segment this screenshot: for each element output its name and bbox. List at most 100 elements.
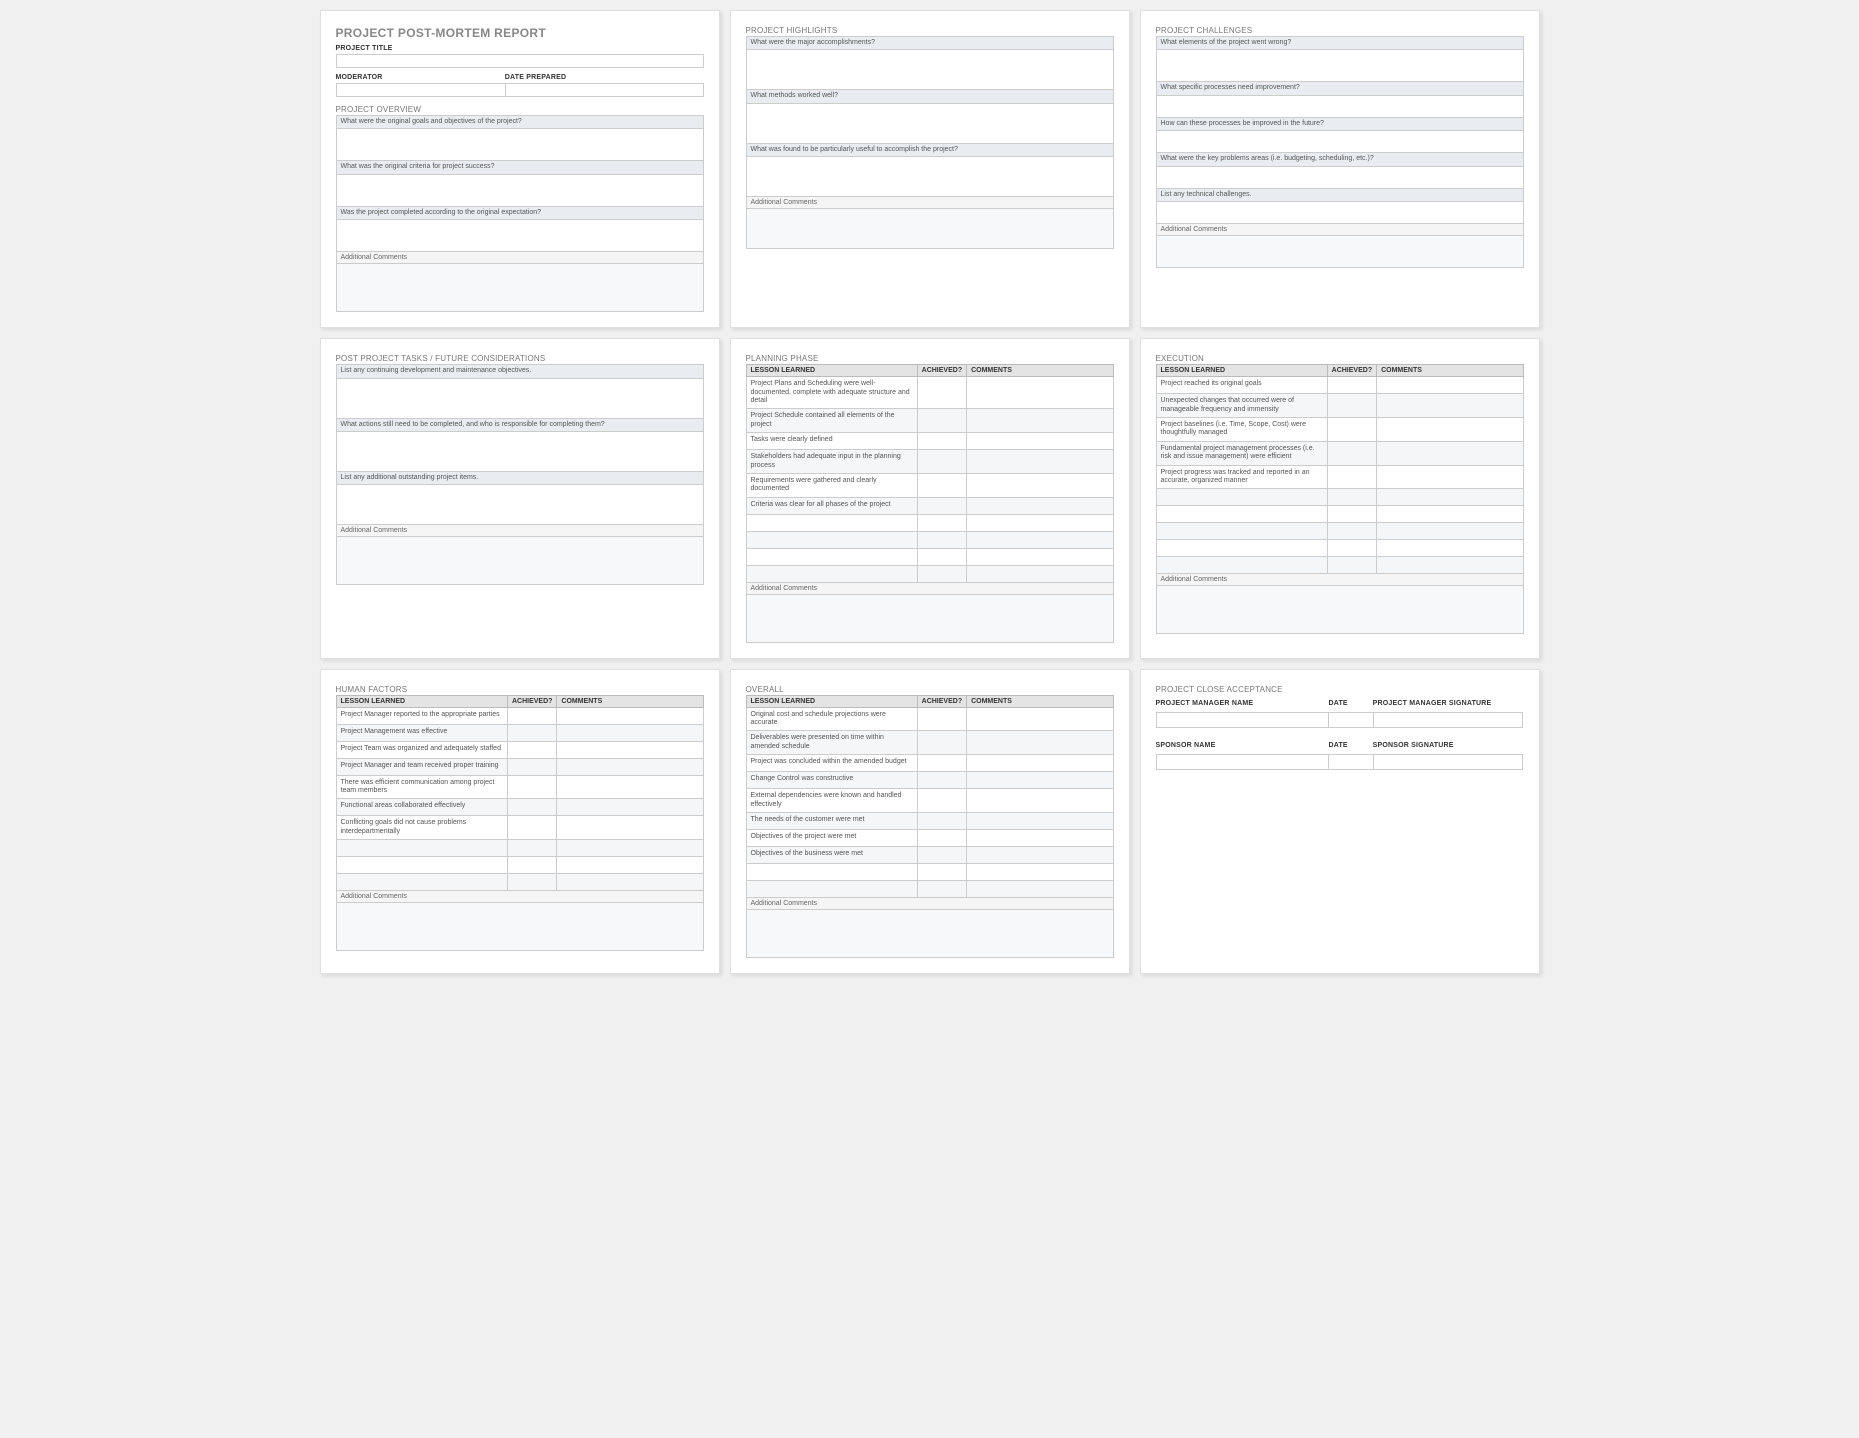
comments-cell[interactable] [1377, 506, 1523, 523]
moderator-input[interactable] [336, 83, 505, 97]
overview-q3-body[interactable] [336, 220, 704, 252]
comments-cell[interactable] [967, 433, 1113, 450]
achieved-cell[interactable] [917, 789, 966, 813]
comments-cell[interactable] [557, 758, 703, 775]
date-prepared-input[interactable] [505, 83, 704, 97]
pm-name-input[interactable] [1156, 712, 1329, 728]
achieved-cell[interactable] [917, 514, 966, 531]
comments-cell[interactable] [967, 548, 1113, 565]
achieved-cell[interactable] [1327, 377, 1376, 394]
highlights-comments-box[interactable] [746, 209, 1114, 249]
comments-cell[interactable] [557, 816, 703, 840]
project-title-input[interactable] [336, 54, 704, 68]
achieved-cell[interactable] [917, 473, 966, 497]
highlights-q1-body[interactable] [746, 50, 1114, 90]
achieved-cell[interactable] [1327, 489, 1376, 506]
sponsor-name-input[interactable] [1156, 754, 1329, 770]
achieved-cell[interactable] [917, 755, 966, 772]
comments-cell[interactable] [967, 409, 1113, 433]
comments-cell[interactable] [967, 377, 1113, 409]
comments-cell[interactable] [967, 830, 1113, 847]
achieved-cell[interactable] [917, 565, 966, 582]
comments-cell[interactable] [1377, 417, 1523, 441]
achieved-cell[interactable] [1327, 506, 1376, 523]
comments-cell[interactable] [1377, 557, 1523, 574]
achieved-cell[interactable] [917, 864, 966, 881]
challenges-q1-body[interactable] [1156, 50, 1524, 82]
comments-cell[interactable] [967, 864, 1113, 881]
achieved-cell[interactable] [507, 741, 556, 758]
achieved-cell[interactable] [507, 874, 556, 891]
achieved-cell[interactable] [507, 816, 556, 840]
comments-cell[interactable] [1377, 377, 1523, 394]
challenges-q5-body[interactable] [1156, 202, 1524, 224]
achieved-cell[interactable] [1327, 523, 1376, 540]
sponsor-date-input[interactable] [1328, 754, 1372, 770]
posttasks-comments-box[interactable] [336, 537, 704, 585]
achieved-cell[interactable] [917, 772, 966, 789]
achieved-cell[interactable] [917, 377, 966, 409]
comments-cell[interactable] [557, 874, 703, 891]
achieved-cell[interactable] [917, 707, 966, 731]
challenges-comments-box[interactable] [1156, 236, 1524, 268]
achieved-cell[interactable] [1327, 441, 1376, 465]
comments-cell[interactable] [967, 565, 1113, 582]
achieved-cell[interactable] [917, 813, 966, 830]
comments-cell[interactable] [967, 531, 1113, 548]
comments-cell[interactable] [557, 707, 703, 724]
comments-cell[interactable] [557, 857, 703, 874]
achieved-cell[interactable] [917, 433, 966, 450]
comments-cell[interactable] [967, 772, 1113, 789]
comments-cell[interactable] [557, 741, 703, 758]
execution-comments-box[interactable] [1156, 586, 1524, 634]
achieved-cell[interactable] [917, 830, 966, 847]
achieved-cell[interactable] [507, 799, 556, 816]
comments-cell[interactable] [967, 473, 1113, 497]
sponsor-sig-input[interactable] [1373, 754, 1524, 770]
comments-cell[interactable] [967, 450, 1113, 474]
highlights-q3-body[interactable] [746, 157, 1114, 197]
comments-cell[interactable] [967, 707, 1113, 731]
comments-cell[interactable] [557, 799, 703, 816]
achieved-cell[interactable] [917, 548, 966, 565]
achieved-cell[interactable] [507, 758, 556, 775]
comments-cell[interactable] [967, 731, 1113, 755]
achieved-cell[interactable] [1327, 557, 1376, 574]
comments-cell[interactable] [557, 724, 703, 741]
achieved-cell[interactable] [507, 857, 556, 874]
pm-date-input[interactable] [1328, 712, 1372, 728]
achieved-cell[interactable] [507, 775, 556, 799]
planning-comments-box[interactable] [746, 595, 1114, 643]
comments-cell[interactable] [967, 497, 1113, 514]
achieved-cell[interactable] [917, 497, 966, 514]
achieved-cell[interactable] [917, 531, 966, 548]
comments-cell[interactable] [967, 789, 1113, 813]
posttasks-q1-body[interactable] [336, 379, 704, 419]
human-comments-box[interactable] [336, 903, 704, 951]
achieved-cell[interactable] [917, 731, 966, 755]
comments-cell[interactable] [967, 881, 1113, 898]
challenges-q4-body[interactable] [1156, 167, 1524, 189]
comments-cell[interactable] [967, 813, 1113, 830]
achieved-cell[interactable] [917, 409, 966, 433]
pm-sig-input[interactable] [1373, 712, 1524, 728]
overview-q1-body[interactable] [336, 129, 704, 161]
comments-cell[interactable] [967, 514, 1113, 531]
comments-cell[interactable] [557, 840, 703, 857]
challenges-q3-body[interactable] [1156, 131, 1524, 153]
achieved-cell[interactable] [917, 847, 966, 864]
challenges-q2-body[interactable] [1156, 96, 1524, 118]
overview-q2-body[interactable] [336, 175, 704, 207]
achieved-cell[interactable] [1327, 465, 1376, 489]
comments-cell[interactable] [1377, 394, 1523, 418]
comments-cell[interactable] [1377, 540, 1523, 557]
comments-cell[interactable] [967, 755, 1113, 772]
achieved-cell[interactable] [917, 881, 966, 898]
comments-cell[interactable] [1377, 465, 1523, 489]
overall-comments-box[interactable] [746, 910, 1114, 958]
posttasks-q3-body[interactable] [336, 485, 704, 525]
highlights-q2-body[interactable] [746, 104, 1114, 144]
overview-comments-box[interactable] [336, 264, 704, 312]
comments-cell[interactable] [1377, 489, 1523, 506]
achieved-cell[interactable] [507, 724, 556, 741]
